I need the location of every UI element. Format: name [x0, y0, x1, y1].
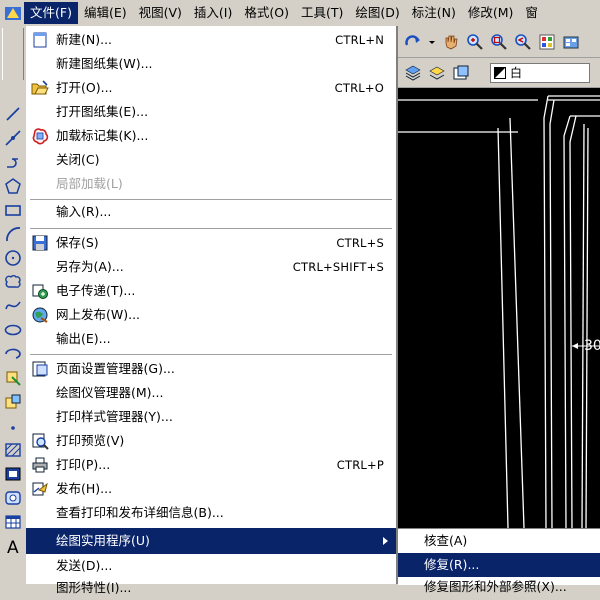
revision-cloud-icon[interactable] [3, 272, 23, 292]
drawing-area[interactable]: 30 [398, 88, 600, 528]
menu-tools[interactable]: 工具(T) [295, 2, 349, 24]
menu-draw[interactable]: 绘图(D) [349, 2, 405, 24]
properties-icon[interactable] [538, 33, 556, 51]
ellipse-icon[interactable] [3, 320, 23, 340]
markup-set-icon [30, 126, 50, 146]
menu-item-plot-details[interactable]: 查看打印和发布详细信息(B)... [26, 501, 396, 525]
design-center-icon[interactable] [562, 33, 580, 51]
menu-separator [30, 228, 392, 230]
layer-freeze-icon[interactable] [404, 64, 422, 82]
layer-previous-icon[interactable] [428, 64, 446, 82]
menu-item-publish-web[interactable]: 网上发布(W)... [26, 303, 396, 327]
menu-item-page-setup[interactable]: 页面设置管理器(G)... [26, 357, 396, 381]
line-icon[interactable] [3, 104, 23, 124]
printer-icon [30, 455, 50, 475]
table-icon[interactable] [3, 512, 23, 532]
menu-item-import[interactable]: 输入(R)... [26, 200, 396, 224]
save-icon [30, 233, 50, 253]
dimension-text: 30 [584, 338, 600, 354]
layer-name: 白 [510, 66, 523, 80]
menu-item-close[interactable]: 关闭(C) [26, 148, 396, 172]
submenu-arrow-icon [383, 537, 388, 545]
menu-window[interactable]: 窗 [519, 2, 544, 24]
redo-icon[interactable] [404, 33, 422, 51]
menu-item-publish[interactable]: 发布(H)... [26, 477, 396, 501]
menu-item-new-sheet-set[interactable]: 新建图纸集(W)... [26, 52, 396, 76]
layer-state-icon[interactable] [452, 64, 470, 82]
menu-item-plotter-manager[interactable]: 绘图仪管理器(M)... [26, 381, 396, 405]
zoom-window-icon[interactable] [490, 33, 508, 51]
standard-toolbar [398, 26, 600, 58]
menu-item-save[interactable]: 保存(S) CTRL+S [26, 231, 396, 255]
layer-color-icon [494, 66, 506, 79]
polyline-icon[interactable] [3, 152, 23, 172]
rectangle-icon[interactable] [3, 200, 23, 220]
menu-item-open-sheet-set[interactable]: 打开图纸集(E)... [26, 100, 396, 124]
menu-bar: 文件(F) 编辑(E) 视图(V) 插入(I) 格式(O) 工具(T) 绘图(D… [0, 0, 600, 27]
menu-file[interactable]: 文件(F) [24, 2, 78, 24]
zoom-realtime-icon[interactable] [466, 33, 484, 51]
publish-web-icon [30, 305, 50, 325]
drawing-geometry [398, 95, 600, 528]
menu-format[interactable]: 格式(O) [238, 2, 295, 24]
menu-item-send[interactable]: 发送(D)... [26, 554, 396, 578]
file-menu: 新建(N)... CTRL+N 新建图纸集(W)... 打开(O)... CTR… [26, 26, 398, 595]
pan-icon[interactable] [442, 33, 460, 51]
hatch-icon[interactable] [3, 440, 23, 460]
svg-text:A: A [7, 538, 19, 555]
menu-item-plot-preview[interactable]: 打印预览(V) [26, 429, 396, 453]
menu-edit[interactable]: 编辑(E) [78, 2, 133, 24]
dropdown-arrow-icon[interactable] [428, 33, 436, 51]
publish-icon [30, 479, 50, 499]
layer-dropdown[interactable]: 白 [490, 62, 590, 83]
menu-insert[interactable]: 插入(I) [188, 2, 238, 24]
region-icon[interactable] [3, 488, 23, 508]
menu-item-drawing-utilities[interactable]: 绘图实用程序(U) [26, 528, 396, 554]
layers-toolbar: 白 [398, 58, 600, 88]
submenu-item-audit[interactable]: 核查(A) [398, 529, 600, 553]
construction-line-icon[interactable] [3, 128, 23, 148]
menu-item-etransmit[interactable]: 电子传递(T)... [26, 279, 396, 303]
gradient-icon[interactable] [3, 464, 23, 484]
menu-separator [30, 354, 392, 356]
menu-item-partial-load: 局部加载(L) [56, 176, 123, 191]
menu-view[interactable]: 视图(V) [133, 2, 188, 24]
drawing-utilities-submenu: 核查(A) 修复(R)... 修复图形和外部参照(X)... [398, 528, 600, 594]
arc-icon[interactable] [3, 224, 23, 244]
new-file-icon [30, 30, 50, 50]
menu-item-plot-style-manager[interactable]: 打印样式管理器(Y)... [26, 405, 396, 429]
ellipse-arc-icon[interactable] [3, 344, 23, 364]
menu-modify[interactable]: 修改(M) [462, 2, 520, 24]
point-icon[interactable] [3, 416, 23, 436]
app-icon[interactable] [2, 3, 24, 23]
page-setup-icon [30, 359, 50, 379]
etransmit-icon [30, 281, 50, 301]
submenu-item-recover-xref[interactable]: 修复图形和外部参照(X)... [398, 575, 600, 599]
menu-item-plot[interactable]: 打印(P)... CTRL+P [26, 453, 396, 477]
plot-preview-icon [30, 431, 50, 451]
polygon-icon[interactable] [3, 176, 23, 196]
make-block-icon[interactable] [3, 392, 23, 412]
insert-block-icon[interactable] [3, 368, 23, 388]
menu-item-new[interactable]: 新建(N)... CTRL+N [26, 28, 396, 52]
circle-icon[interactable] [3, 248, 23, 268]
toolbar-grip[interactable] [2, 28, 24, 80]
menu-item-drawing-properties[interactable]: 图形特性(I)... [26, 576, 396, 600]
menu-dimension[interactable]: 标注(N) [406, 2, 462, 24]
zoom-previous-icon[interactable] [514, 33, 532, 51]
multiline-text-icon[interactable]: A [3, 536, 23, 556]
draw-toolbar: A [0, 26, 27, 584]
menu-item-open[interactable]: 打开(O)... CTRL+O [26, 76, 396, 100]
menu-item-load-markup[interactable]: 加载标记集(K)... [26, 124, 396, 148]
submenu-item-recover[interactable]: 修复(R)... [398, 553, 600, 577]
spline-icon[interactable] [3, 296, 23, 316]
menu-item-export[interactable]: 输出(E)... [26, 327, 396, 351]
open-folder-icon [30, 78, 50, 98]
menu-item-save-as[interactable]: 另存为(A)... CTRL+SHIFT+S [26, 255, 396, 279]
